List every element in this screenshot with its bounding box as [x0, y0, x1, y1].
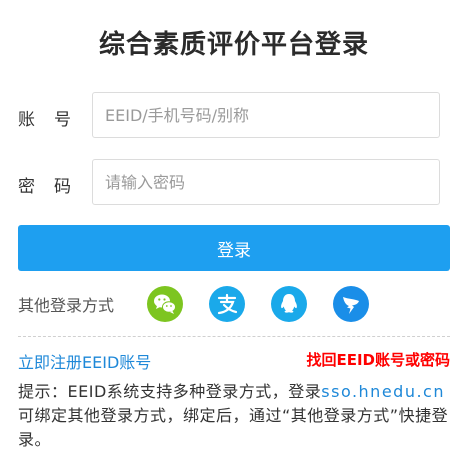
dingtalk-login-button[interactable]	[333, 286, 369, 322]
password-label-char2: 码	[54, 177, 71, 197]
other-login-label: 其他登录方式	[18, 296, 115, 315]
recover-account-link[interactable]: 找回EEID账号或密码	[306, 349, 450, 370]
wechat-icon	[153, 293, 177, 315]
account-label: 账号	[18, 105, 71, 130]
tip-url: sso.hnedu.cn	[321, 382, 445, 401]
divider	[18, 336, 450, 337]
register-link[interactable]: 立即注册EEID账号	[18, 349, 151, 373]
dingtalk-icon	[340, 293, 362, 315]
qq-login-button[interactable]	[271, 286, 307, 322]
password-label-char1: 密	[18, 177, 35, 197]
alipay-login-button[interactable]	[209, 286, 245, 322]
password-label: 密码	[18, 172, 71, 197]
tip-part2: 可绑定其他登录方式，绑定后，通过“其他登录方式”快捷登录。	[18, 406, 449, 449]
alipay-icon	[216, 293, 238, 315]
account-label-char2: 号	[54, 110, 71, 130]
password-input[interactable]	[92, 159, 440, 205]
qq-icon	[279, 293, 299, 315]
login-page: 综合素质评价平台登录 账号 密码 登录 其他登录方式	[0, 0, 468, 463]
tip-text: 提示：EEID系统支持多种登录方式，登录sso.hnedu.cn 可绑定其他登录方…	[18, 380, 454, 452]
account-input[interactable]	[92, 92, 440, 138]
page-title: 综合素质评价平台登录	[98, 30, 369, 60]
login-button[interactable]: 登录	[18, 225, 450, 271]
wechat-login-button[interactable]	[147, 286, 183, 322]
tip-part1: 提示：EEID系统支持多种登录方式，登录	[18, 382, 322, 401]
account-label-char1: 账	[18, 110, 35, 130]
